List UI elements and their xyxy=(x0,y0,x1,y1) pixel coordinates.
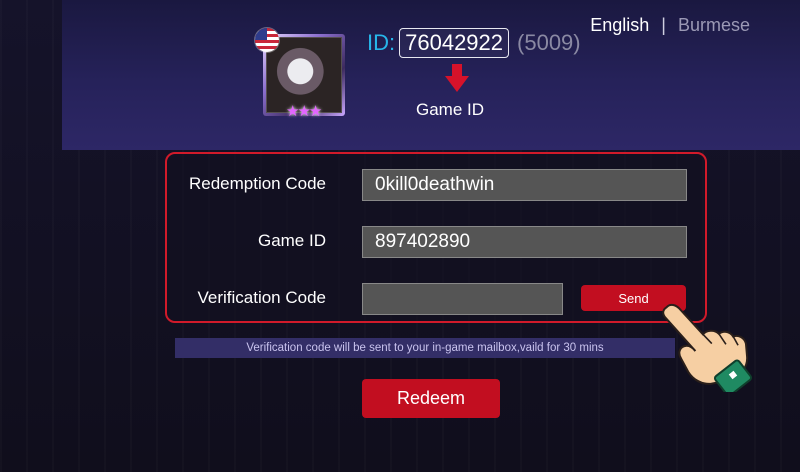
player-id-row: ID: 76042922 (5009) xyxy=(367,28,581,58)
language-burmese[interactable]: Burmese xyxy=(678,15,750,36)
player-id-value: 76042922 xyxy=(399,28,510,58)
game-id-label: Game ID xyxy=(257,231,326,250)
language-switch: English | Burmese xyxy=(590,15,750,36)
language-separator: | xyxy=(661,15,666,35)
game-id-caption: Game ID xyxy=(416,100,485,119)
redeem-button[interactable]: Redeem xyxy=(362,379,500,418)
red-down-arrow-icon xyxy=(445,64,469,92)
id-label: ID: xyxy=(367,30,396,55)
verification-code-input[interactable] xyxy=(362,283,563,315)
verification-notice: Verification code will be sent to your i… xyxy=(175,338,675,358)
header-band: English | Burmese xyxy=(62,0,800,150)
star-rating: ★★★ xyxy=(286,103,322,120)
pointing-hand-icon xyxy=(662,303,752,392)
us-flag-icon xyxy=(255,28,279,52)
server-zone: (5009) xyxy=(517,30,581,55)
verification-code-label: Verification Code xyxy=(197,288,326,307)
redemption-code-label: Redemption Code xyxy=(188,174,326,193)
game-id-input[interactable] xyxy=(362,226,687,258)
redemption-code-input[interactable] xyxy=(362,169,687,201)
language-english[interactable]: English xyxy=(590,15,649,36)
